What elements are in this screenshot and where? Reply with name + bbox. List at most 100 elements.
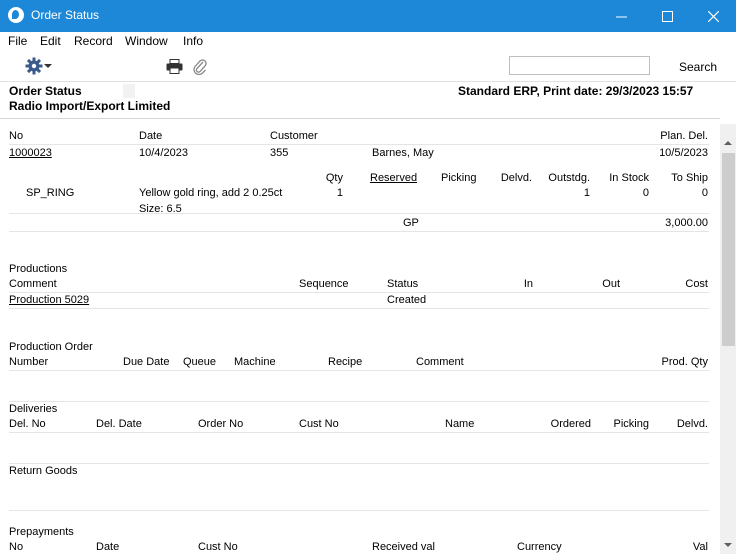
col-picking: Picking <box>441 172 477 184</box>
deliveries-title: Deliveries <box>9 403 58 415</box>
productions-title: Productions <box>9 263 68 275</box>
toolbar: Search <box>0 52 736 82</box>
col-delvd: Delvd. <box>500 172 532 184</box>
minimize-button[interactable] <box>598 0 644 32</box>
divider <box>9 213 709 214</box>
col-ordered: Ordered <box>550 418 591 430</box>
divider <box>9 463 709 464</box>
menu-file[interactable]: File <box>8 34 27 48</box>
col-cust-no: Cust No <box>299 418 339 430</box>
col-currency: Currency <box>517 541 562 553</box>
col-reserved-link[interactable]: Reserved <box>370 172 417 184</box>
close-icon <box>707 10 719 22</box>
gp-label: GP <box>403 217 419 229</box>
col-machine: Machine <box>234 356 276 368</box>
header-divider <box>0 118 720 119</box>
col-del-no: Del. No <box>9 418 46 430</box>
col-in-stock: In Stock <box>609 172 649 184</box>
scroll-thumb[interactable] <box>722 153 735 346</box>
divider <box>9 401 709 402</box>
col-received-val: Received val <box>372 541 435 553</box>
col-prepay-cust-no: Cust No <box>198 541 238 553</box>
plan-del-date: 10/5/2023 <box>659 147 708 159</box>
col-in: In <box>523 278 533 290</box>
report-company: Radio Import/Export Limited <box>9 99 171 113</box>
menu-record[interactable]: Record <box>74 34 113 48</box>
col-comment-po: Comment <box>416 356 464 368</box>
production-order-title: Production Order <box>9 341 93 353</box>
col-date: Date <box>139 130 163 142</box>
customer-code: 355 <box>270 147 289 159</box>
maximize-button[interactable] <box>644 0 690 32</box>
col-cost: Cost <box>685 278 708 290</box>
paperclip-icon[interactable] <box>193 58 207 75</box>
col-del-date: Del. Date <box>96 418 142 430</box>
printer-icon[interactable] <box>166 59 183 74</box>
order-number-link[interactable]: 1000023 <box>9 147 52 159</box>
report-header-blank <box>123 84 135 98</box>
search-input[interactable] <box>509 56 650 75</box>
item-code: SP_RING <box>26 187 75 199</box>
order-date: 10/4/2023 <box>139 147 188 159</box>
report-print-info: Standard ERP, Print date: 29/3/2023 15:5… <box>458 84 694 98</box>
menu-info[interactable]: Info <box>183 34 203 48</box>
col-status: Status <box>387 278 419 290</box>
menu-window[interactable]: Window <box>125 34 168 48</box>
divider <box>9 510 709 511</box>
menu-edit[interactable]: Edit <box>40 34 61 48</box>
vertical-scrollbar[interactable] <box>720 124 736 554</box>
report-area: Order Status Standard ERP, Print date: 2… <box>0 83 720 554</box>
col-outstdg: Outstdg. <box>548 172 590 184</box>
scroll-down-icon[interactable] <box>724 543 732 547</box>
divider <box>9 308 709 309</box>
item-in-stock: 0 <box>642 187 649 199</box>
col-prepay-date: Date <box>96 541 120 553</box>
prepayments-title: Prepayments <box>9 526 74 538</box>
col-prepay-no: No <box>9 541 24 553</box>
col-sequence: Sequence <box>299 278 349 290</box>
title-bar: Order Status <box>0 0 736 32</box>
production-status: Created <box>387 294 427 306</box>
col-out: Out <box>602 278 620 290</box>
col-recipe: Recipe <box>328 356 363 368</box>
chevron-down-icon[interactable] <box>44 64 52 68</box>
minimize-icon <box>615 16 627 17</box>
item-qty: 1 <box>336 187 343 199</box>
col-to-ship: To Ship <box>671 172 708 184</box>
divider <box>9 432 709 433</box>
item-to-ship: 0 <box>701 187 708 199</box>
col-plan-del: Plan. Del. <box>660 130 708 142</box>
col-prod-qty: Prod. Qty <box>661 356 708 368</box>
col-number: Number <box>9 356 49 368</box>
col-qty: Qty <box>325 172 343 184</box>
report-title: Order Status <box>9 84 82 98</box>
app-logo-icon <box>8 7 24 23</box>
window-title: Order Status <box>31 8 100 22</box>
return-goods-title: Return Goods <box>9 465 78 477</box>
gp-value: 3,000.00 <box>665 217 708 229</box>
col-order-no: Order No <box>198 418 244 430</box>
customer-name: Barnes, May <box>372 147 434 159</box>
col-name: Name <box>445 418 475 430</box>
search-button[interactable]: Search <box>679 60 717 74</box>
divider <box>9 292 709 293</box>
col-picking-del: Picking <box>613 418 649 430</box>
maximize-icon <box>661 10 673 22</box>
item-description: Yellow gold ring, add 2 0.25ct <box>139 187 283 199</box>
col-no: No <box>9 130 24 142</box>
item-outstdg: 1 <box>583 187 590 199</box>
production-link[interactable]: Production 5029 <box>9 294 89 306</box>
divider <box>9 144 709 145</box>
menu-bar: File Edit Record Window Info <box>0 32 736 52</box>
divider <box>9 370 709 371</box>
col-delvd-del: Delvd. <box>676 418 708 430</box>
col-val: Val <box>692 541 708 553</box>
col-comment: Comment <box>9 278 57 290</box>
col-customer: Customer <box>270 130 318 142</box>
gear-icon[interactable] <box>25 57 43 75</box>
close-button[interactable] <box>690 0 736 32</box>
scroll-up-icon[interactable] <box>724 141 732 145</box>
col-queue: Queue <box>183 356 217 368</box>
col-due-date: Due Date <box>123 356 170 368</box>
divider <box>9 231 709 232</box>
